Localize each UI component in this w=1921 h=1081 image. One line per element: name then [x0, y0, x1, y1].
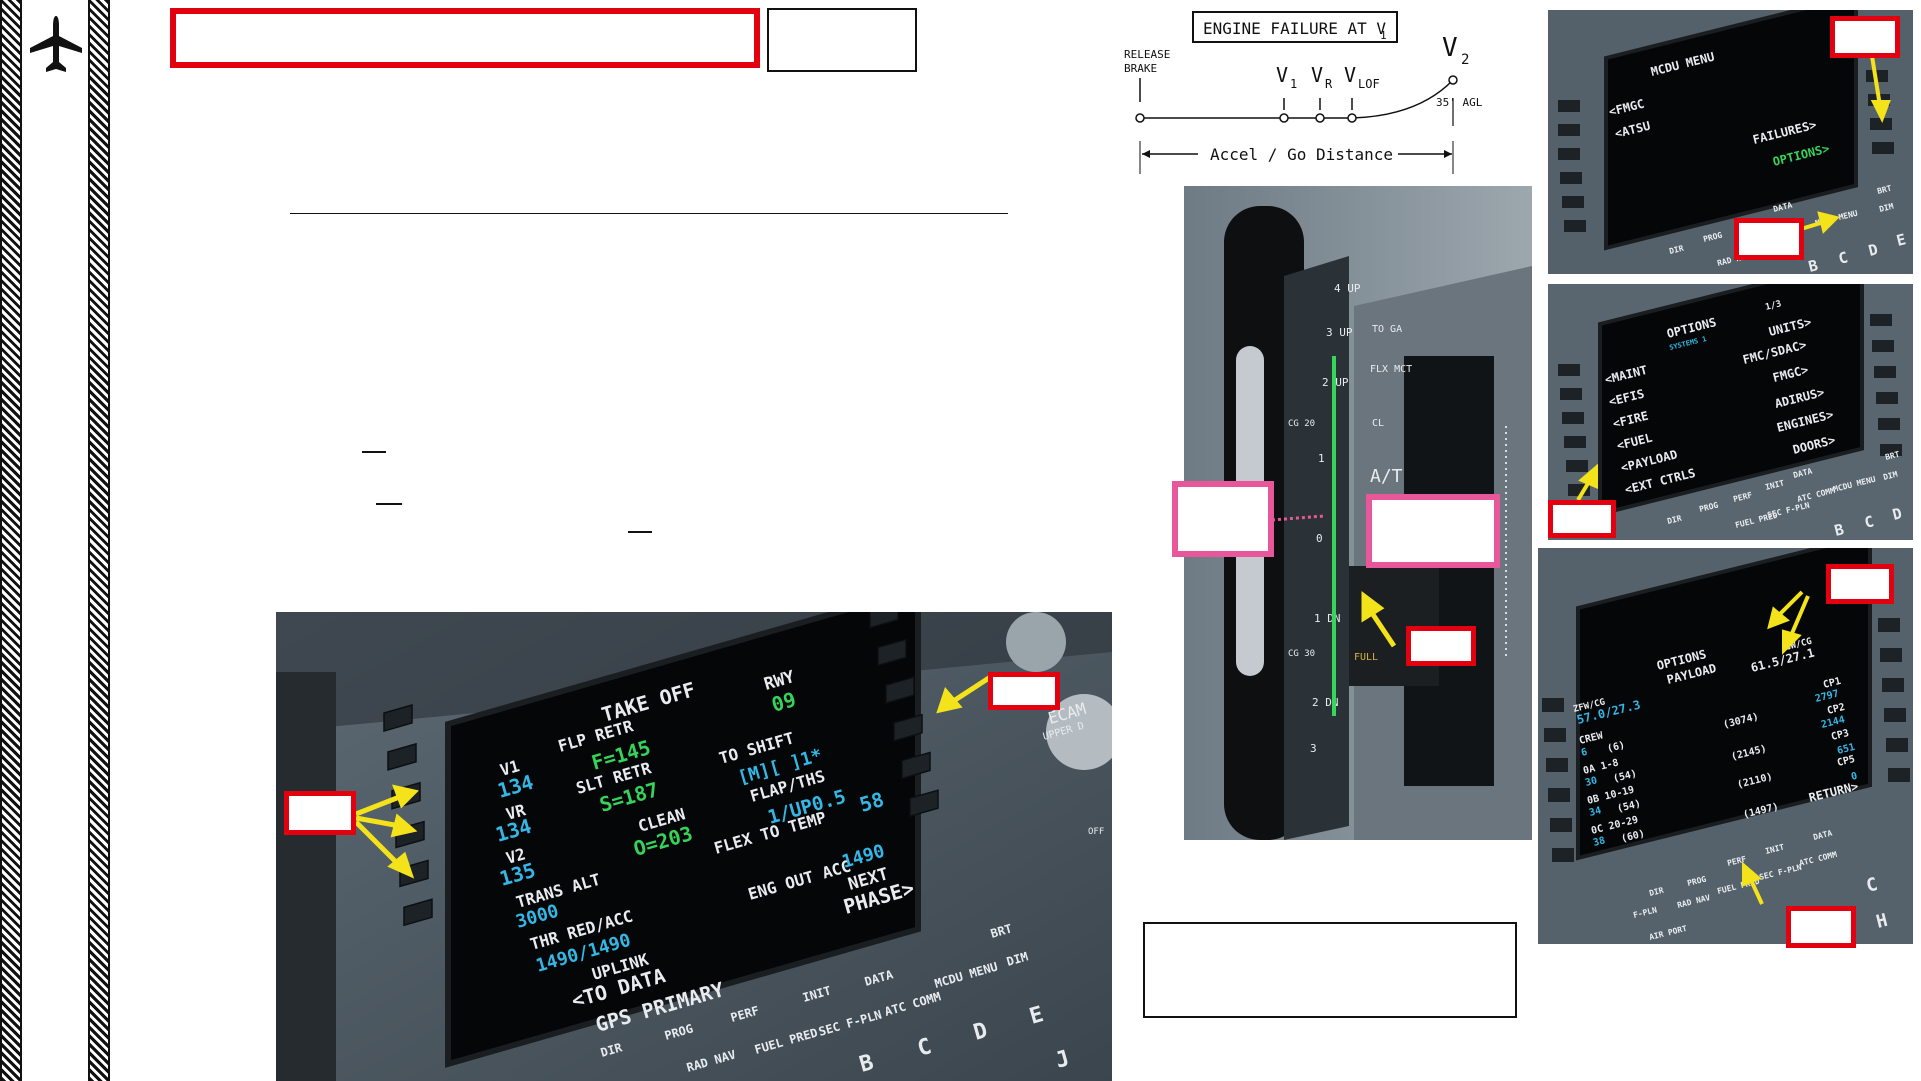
- pl-lsk-3r[interactable]: [1882, 678, 1904, 692]
- title-placeholder: [170, 8, 760, 68]
- note-box: [1143, 922, 1517, 1018]
- menu-lsk-4r[interactable]: [1872, 142, 1894, 154]
- menu-lsk-1l[interactable]: [1558, 100, 1580, 112]
- scale-0: 0: [1316, 532, 1323, 545]
- callout-lever-left: [1172, 481, 1274, 557]
- opt-lsk-1l[interactable]: [1558, 364, 1580, 376]
- pl-lsk-5l[interactable]: [1550, 818, 1572, 832]
- opt-lsk-3r[interactable]: [1874, 366, 1896, 378]
- opt-lsk-3l[interactable]: [1562, 412, 1584, 424]
- callout-options-systems: [1548, 500, 1616, 538]
- pl-lsk-6l[interactable]: [1552, 848, 1574, 862]
- callout-payload-top: [1826, 564, 1894, 604]
- rev-cg-30: CG 30: [1288, 649, 1315, 659]
- full-reverse-label: FULL: [1354, 652, 1378, 663]
- scale-3: 3: [1310, 742, 1317, 755]
- hatched-border-left: [0, 0, 22, 1081]
- hatched-border-right: [88, 0, 110, 1081]
- blank-dash: [376, 503, 402, 505]
- mcdu-takeoff-photo: TAKE OFF RWY 09 V1 134 FLP RETR F=145 VR…: [276, 612, 1112, 1081]
- scale-3up: 3 UP: [1326, 326, 1353, 339]
- callout-lever-bottom: [1406, 626, 1476, 666]
- vlof-sub: LOF: [1358, 77, 1380, 91]
- diagram-title-sub: 1: [1380, 29, 1387, 42]
- pl-lsk-6r[interactable]: [1888, 768, 1910, 782]
- section-number-box: [767, 8, 917, 72]
- vr-label: V: [1311, 63, 1323, 87]
- menu-lsk-2l[interactable]: [1558, 124, 1580, 136]
- v1-label: V: [1276, 63, 1288, 87]
- detent-cl: CL: [1372, 418, 1384, 429]
- callout-lever-right: [1366, 494, 1500, 568]
- scale-1dn: 1 DN: [1314, 612, 1341, 625]
- callout-menu-top: [1830, 16, 1900, 58]
- menu-lsk-4l[interactable]: [1560, 172, 1582, 184]
- opt-lsk-2l[interactable]: [1560, 388, 1582, 400]
- menu-lsk-6l[interactable]: [1564, 220, 1586, 232]
- pl-lsk-3l[interactable]: [1546, 758, 1568, 772]
- opt-lsk-4r[interactable]: [1876, 392, 1898, 404]
- scale-1: 1: [1318, 452, 1325, 465]
- airplane-icon: [30, 16, 82, 72]
- menu-lsk-3l[interactable]: [1558, 148, 1580, 160]
- blank-dash: [628, 531, 652, 533]
- brake-label: BRAKE: [1124, 62, 1157, 75]
- blank-dash: [362, 451, 386, 453]
- diagram-title: ENGINE FAILURE AT V: [1203, 19, 1386, 38]
- v1-sub: 1: [1290, 77, 1297, 91]
- takeoff-speed-diagram: ENGINE FAILURE AT V 1 RELEASE BRAKE V 1 …: [1124, 11, 1483, 174]
- opt-lsk-4l[interactable]: [1564, 436, 1586, 448]
- callout-payload-bottom: [1786, 906, 1856, 948]
- release-label: RELEASE: [1124, 48, 1170, 61]
- detent-flx-mct: FLX MCT: [1370, 364, 1412, 375]
- opt-lsk-5r[interactable]: [1878, 418, 1900, 430]
- v2-label: V: [1442, 33, 1458, 63]
- distance-label: Accel / Go Distance: [1210, 145, 1393, 164]
- callout-menu-bottom: [1734, 218, 1804, 260]
- menu-lsk-5l[interactable]: [1562, 196, 1584, 208]
- opt-lsk-2r[interactable]: [1872, 340, 1894, 352]
- detent-at: A/T: [1370, 466, 1403, 487]
- pl-lsk-4r[interactable]: [1884, 708, 1906, 722]
- rev-cg-20: CG 20: [1288, 419, 1315, 429]
- ecam-off-label: OFF: [1088, 827, 1104, 837]
- pl-lsk-2l[interactable]: [1544, 728, 1566, 742]
- sidebar: [0, 0, 114, 1081]
- pl-lsk-1l[interactable]: [1542, 698, 1564, 712]
- vlof-label: V: [1344, 63, 1356, 87]
- mcdu-options-payload-photo: OPTIONS PAYLOAD ZFW/CG 57.0/27.3 GW/CG 6…: [1538, 548, 1913, 944]
- pl-lsk-4l[interactable]: [1548, 788, 1570, 802]
- agl-label: 35' AGL: [1436, 96, 1483, 109]
- opt-lsk-1r[interactable]: [1870, 314, 1892, 326]
- scale-4up: 4 UP: [1334, 282, 1361, 295]
- detent-toga: TO GA: [1372, 324, 1402, 335]
- pl-lsk-1r[interactable]: [1878, 618, 1900, 632]
- vr-sub: R: [1325, 77, 1333, 91]
- callout-left-lsk: [284, 791, 356, 835]
- divider-line: [290, 213, 1008, 214]
- pl-lsk-5r[interactable]: [1886, 738, 1908, 752]
- callout-right-lsk: [988, 672, 1060, 710]
- pl-lsk-2r[interactable]: [1880, 648, 1902, 662]
- opt-lsk-5l[interactable]: [1566, 460, 1588, 472]
- v2-sub: 2: [1461, 52, 1469, 68]
